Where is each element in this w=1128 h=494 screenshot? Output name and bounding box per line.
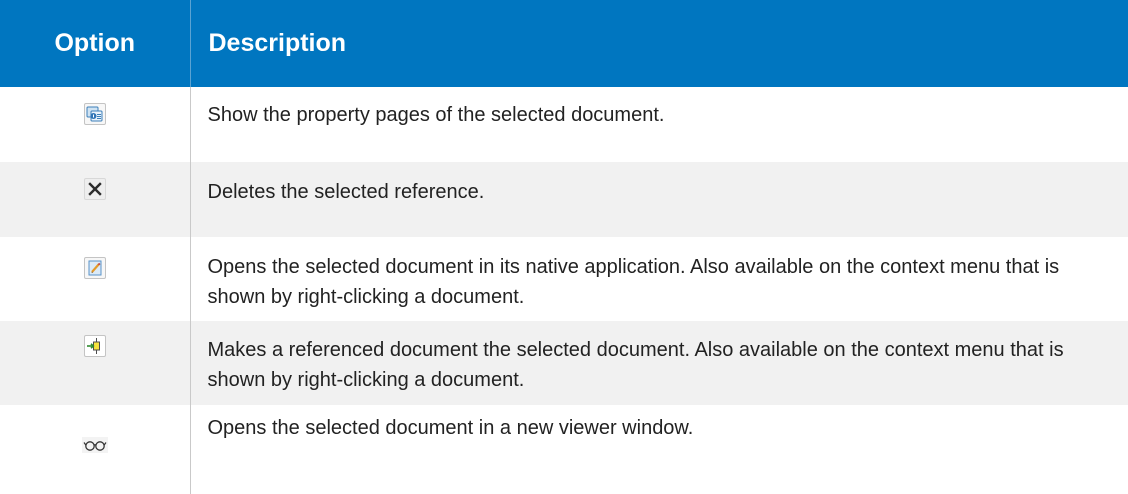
description-cell: Makes a referenced document the selected… (207, 339, 1064, 391)
description-cell: Opens the selected document in its nativ… (207, 256, 1060, 308)
description-cell: Opens the selected document in a new vie… (207, 417, 694, 439)
table-row: Deletes the selected reference. (0, 162, 1128, 237)
properties-icon[interactable] (83, 103, 106, 125)
table-row: Opens the selected document in a new vie… (0, 405, 1128, 494)
make-selected-icon[interactable] (83, 335, 106, 357)
delete-icon[interactable] (83, 178, 106, 200)
table-row: Show the property pages of the selected … (0, 87, 1128, 162)
description-cell: Deletes the selected reference. (207, 181, 485, 203)
open-document-icon[interactable] (83, 257, 106, 279)
table-header-row: Option Description (0, 0, 1128, 87)
option-cell (0, 237, 191, 321)
table-row: Makes a referenced document the selected… (0, 321, 1128, 405)
table-row: Opens the selected document in its nativ… (0, 237, 1128, 321)
options-table: Option Description Show the property pag… (0, 0, 1128, 494)
option-cell (0, 87, 191, 162)
option-cell (0, 405, 191, 494)
description-cell: Show the property pages of the selected … (207, 104, 665, 126)
viewer-glasses-icon[interactable] (81, 432, 108, 453)
option-cell (0, 162, 191, 237)
header-description: Description (208, 29, 347, 57)
option-cell (0, 321, 191, 405)
header-option: Option (0, 0, 191, 87)
